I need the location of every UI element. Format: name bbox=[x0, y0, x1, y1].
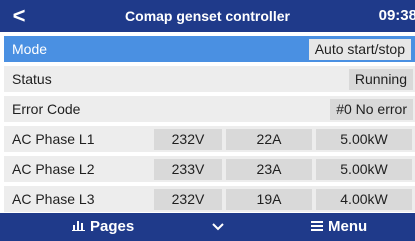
voltage-value: 232V bbox=[154, 189, 222, 210]
clock: 09:38 bbox=[378, 7, 415, 24]
hamburger-menu-icon bbox=[311, 213, 323, 241]
header-bar: < Comap genset controller 09:38 bbox=[0, 0, 415, 32]
bar-chart-icon bbox=[72, 213, 85, 241]
pages-label: Pages bbox=[90, 218, 135, 235]
power-value: 5.00kW bbox=[316, 159, 412, 180]
current-value: 23A bbox=[226, 159, 312, 180]
list-item-error-code[interactable]: Error Code #0 No error bbox=[4, 96, 415, 122]
current-value: 22A bbox=[226, 129, 312, 150]
pages-button[interactable]: Pages bbox=[72, 213, 134, 241]
menu-button[interactable]: Menu bbox=[311, 213, 367, 241]
list-item-ac-phase-l3[interactable]: AC Phase L3 232V 19A 4.00kW bbox=[4, 186, 415, 212]
list-item-status[interactable]: Status Running bbox=[4, 66, 415, 92]
screen: < Comap genset controller 09:38 Mode Aut… bbox=[0, 0, 415, 241]
footer-bar: Pages Menu bbox=[0, 213, 415, 241]
list-item-ac-phase-l1[interactable]: AC Phase L1 232V 22A 5.00kW bbox=[4, 126, 415, 152]
row-label: Status bbox=[12, 71, 52, 87]
row-label: Mode bbox=[12, 41, 48, 57]
power-value: 5.00kW bbox=[316, 129, 412, 150]
mode-value[interactable]: Auto start/stop bbox=[308, 39, 411, 60]
row-label: Error Code bbox=[12, 101, 81, 117]
voltage-value: 232V bbox=[154, 129, 222, 150]
chevron-down-button[interactable] bbox=[212, 213, 224, 241]
row-label: AC Phase L2 bbox=[12, 161, 95, 177]
power-value: 4.00kW bbox=[316, 189, 412, 210]
menu-label: Menu bbox=[328, 218, 368, 235]
error-code-value: #0 No error bbox=[330, 99, 413, 120]
current-value: 19A bbox=[226, 189, 312, 210]
status-value: Running bbox=[348, 69, 413, 90]
voltage-value: 233V bbox=[154, 159, 222, 180]
row-label: AC Phase L3 bbox=[12, 191, 95, 207]
chevron-down-icon bbox=[212, 218, 224, 235]
page-title: Comap genset controller bbox=[125, 8, 290, 24]
row-label: AC Phase L1 bbox=[12, 131, 95, 147]
list-item-mode[interactable]: Mode Auto start/stop bbox=[4, 36, 415, 62]
list-item-ac-phase-l2[interactable]: AC Phase L2 233V 23A 5.00kW bbox=[4, 156, 415, 182]
